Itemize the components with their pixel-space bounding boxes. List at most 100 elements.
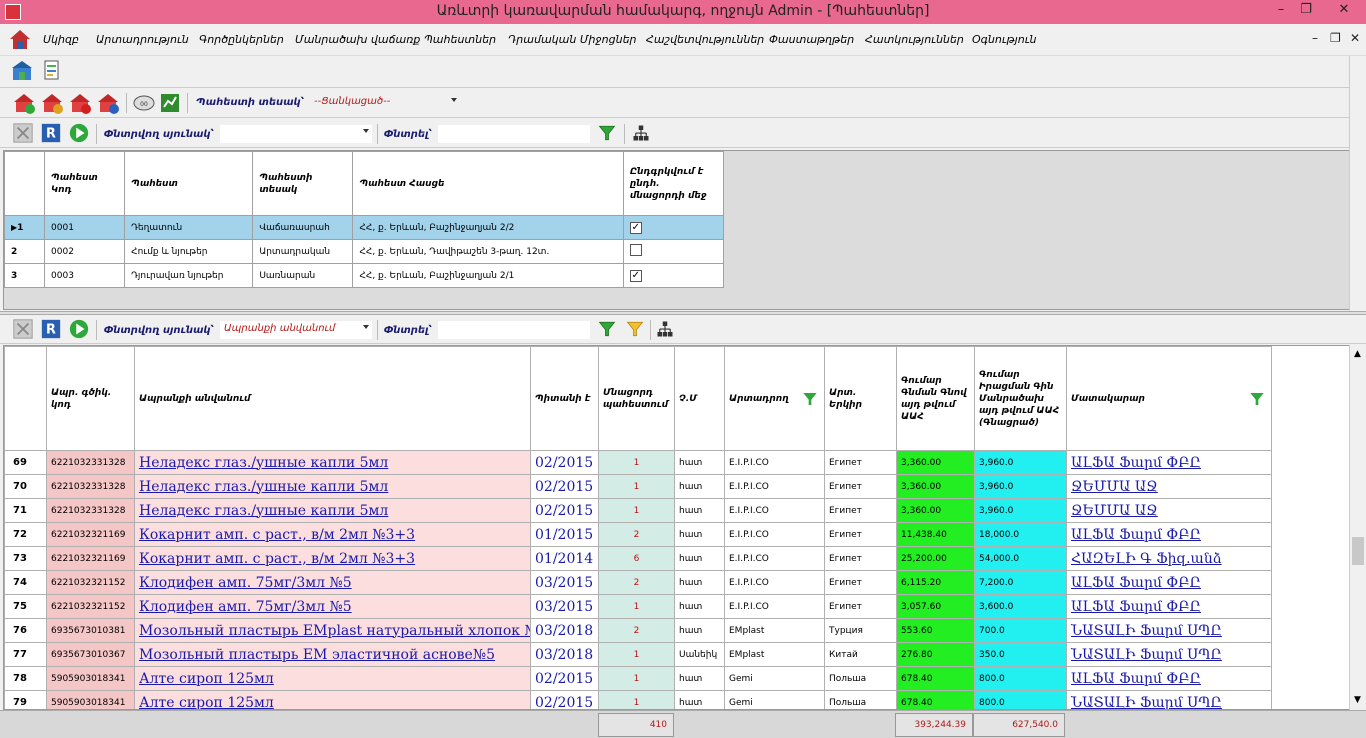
cell-unit[interactable]: հատ [674,570,725,595]
cell-stock[interactable]: 1 [598,450,675,475]
col-header-code[interactable]: Պահեստ Կոդ [44,151,126,216]
cell-cost[interactable]: 3,360.00 [896,450,975,475]
menu-reports[interactable]: Հաշվետվություններ [646,33,764,46]
cell-barcode[interactable]: 6935673010367 [46,642,135,667]
supplier-link[interactable]: ԱԼՖԱ Ֆարմ ՓԲԸ [1071,455,1201,471]
cell-retail[interactable]: 3,960.0 [974,474,1067,499]
menu-production[interactable]: Արտադրություն [96,33,189,46]
splitter[interactable] [0,311,1366,315]
col-header-barcode[interactable]: Ապր. գծիկ. կոդ [46,346,135,451]
search-input[interactable] [438,125,590,143]
supplier-link[interactable]: ԱԼՖԱ Ֆարմ ՓԲԸ [1071,599,1201,615]
menu-documents[interactable]: Փաստաթղթեր [769,33,854,46]
supplier-link[interactable]: ԱԼՖԱ Ֆարմ ՓԲԸ [1071,671,1201,687]
cell-expiry[interactable]: 03/2018 [530,618,599,643]
table-row[interactable]: 72 6221032321169 Кокарнит амп. с раст., в/… [4,522,1272,547]
column-filter-icon[interactable] [1249,391,1265,407]
cell-unit[interactable]: Սանեիկ [674,642,725,667]
included-checkbox[interactable] [629,244,642,256]
cell-unit[interactable]: հատ [674,522,725,547]
cell-cost[interactable]: 276.80 [896,642,975,667]
cell-retail[interactable]: 54,000.0 [974,546,1067,571]
supplier-link[interactable]: ՆԱՏԱԼԻ Ֆարմ ՍՊԸ [1071,647,1222,663]
col-header-stock[interactable]: Մնացորդ պահեստում [598,346,675,451]
cell-stock[interactable]: 1 [598,594,675,619]
cell-address[interactable]: ՀՀ, ք. Երևան, Բաշինջաղյան 2/1 [352,263,624,288]
cell-manufacturer[interactable]: E.I.P.I.CO [724,450,825,475]
cell-retail[interactable]: 3,960.0 [974,498,1067,523]
col-header-included[interactable]: Ընդգրկվում է ընդհ. մնացորդի մեջ [622,151,725,216]
refresh-icon[interactable]: R [40,122,62,144]
cell-unit[interactable]: հատ [674,690,725,709]
cell-retail[interactable]: 800.0 [974,690,1067,709]
product-link[interactable]: Мозольный пластырь EMplast натуральный х… [139,623,530,639]
cell-address[interactable]: ՀՀ, ք. Երևան, Բաշինջաղյան 2/2 [352,215,624,240]
export-icon[interactable] [158,91,182,115]
cell-retail[interactable]: 3,960.0 [974,450,1067,475]
supplier-link[interactable]: ՋԵՄՄԱ ԱՋ [1071,479,1158,495]
col-header-warehouse[interactable]: Պահեստ [124,151,254,216]
cell-cost[interactable]: 3,057.60 [896,594,975,619]
refresh-icon[interactable]: R [40,318,62,340]
cell-expiry[interactable]: 01/2015 [530,522,599,547]
cell-code[interactable]: 0003 [44,263,126,288]
cell-manufacturer[interactable]: E.I.P.I.CO [724,594,825,619]
cell-manufacturer[interactable]: Gemi [724,666,825,691]
cell-barcode[interactable]: 6221032331328 [46,498,135,523]
filter-icon[interactable] [598,320,616,338]
hierarchy-icon[interactable] [632,124,650,142]
cell-manufacturer[interactable]: Gemi [724,690,825,709]
cell-barcode[interactable]: 6221032321169 [46,522,135,547]
cell-stock[interactable]: 2 [598,522,675,547]
menu-cash[interactable]: Դրամական Միջոցներ [508,33,637,46]
scroll-up-icon[interactable]: ▲ [1354,349,1361,359]
cell-cost[interactable]: 6,115.20 [896,570,975,595]
cell-stock[interactable]: 1 [598,642,675,667]
included-checkbox[interactable]: ✓ [629,269,642,282]
table-row[interactable]: 74 6221032321152 Клодифен амп. 75мг/3мл №5… [4,570,1272,595]
product-link[interactable]: Мозольный пластырь EM эластичной аснове№… [139,647,495,663]
product-link[interactable]: Кокарнит амп. с раст., в/м 2мл №3+3 [139,527,415,543]
cell-country[interactable]: Египет [824,570,897,595]
add-warehouse-icon[interactable] [12,91,36,115]
col-header-manufacturer[interactable]: Արտադրող [724,346,825,451]
top-scrollbar[interactable] [1349,56,1366,311]
warehouse-move-icon[interactable] [10,59,34,83]
cell-unit[interactable]: հատ [674,450,725,475]
supplier-link[interactable]: ՆԱՏԱԼԻ Ֆարմ ՍՊԸ [1071,695,1222,710]
cell-manufacturer[interactable]: E.I.P.I.CO [724,474,825,499]
cell-manufacturer[interactable]: EMplast [724,618,825,643]
cell-expiry[interactable]: 02/2015 [530,690,599,709]
view-warehouse-icon[interactable] [96,91,120,115]
cell-country[interactable]: Египет [824,450,897,475]
cell-retail[interactable]: 7,200.0 [974,570,1067,595]
cell-country[interactable]: Египет [824,522,897,547]
cell-unit[interactable]: հատ [674,546,725,571]
cell-barcode[interactable]: 6221032321152 [46,594,135,619]
cell-type[interactable]: Սառնարան [252,263,354,288]
cell-unit[interactable]: հատ [674,474,725,499]
column-filter-icon[interactable] [802,391,818,407]
cell-retail[interactable]: 350.0 [974,642,1067,667]
cell-manufacturer[interactable]: E.I.P.I.CO [724,546,825,571]
col-header-expiry[interactable]: Պիտանի է [530,346,599,451]
cell-country[interactable]: Турция [824,618,897,643]
table-row[interactable]: 73 6221032321169 Кокарнит амп. с раст., в/… [4,546,1272,571]
included-checkbox[interactable]: ✓ [629,221,642,234]
cell-expiry[interactable]: 02/2015 [530,450,599,475]
clear-filter-icon[interactable] [12,122,34,144]
cell-stock[interactable]: 2 [598,618,675,643]
cell-retail[interactable]: 700.0 [974,618,1067,643]
cell-country[interactable]: Китай [824,642,897,667]
cell-country[interactable]: Египет [824,594,897,619]
col-header-address[interactable]: Պահեստ Հասցե [352,151,624,216]
cell-name[interactable]: Դյուրավառ նյութեր [124,263,254,288]
supplier-link[interactable]: ՋԵՄՄԱ ԱՋ [1071,503,1158,519]
cell-cost[interactable]: 3,360.00 [896,474,975,499]
product-link[interactable]: Неладекс глаз./ушные капли 5мл [139,455,388,471]
cell-expiry[interactable]: 03/2015 [530,594,599,619]
cell-barcode[interactable]: 6221032331328 [46,450,135,475]
cell-country[interactable]: Египет [824,498,897,523]
cell-unit[interactable]: հատ [674,666,725,691]
cell-barcode[interactable]: 5905903018341 [46,690,135,709]
